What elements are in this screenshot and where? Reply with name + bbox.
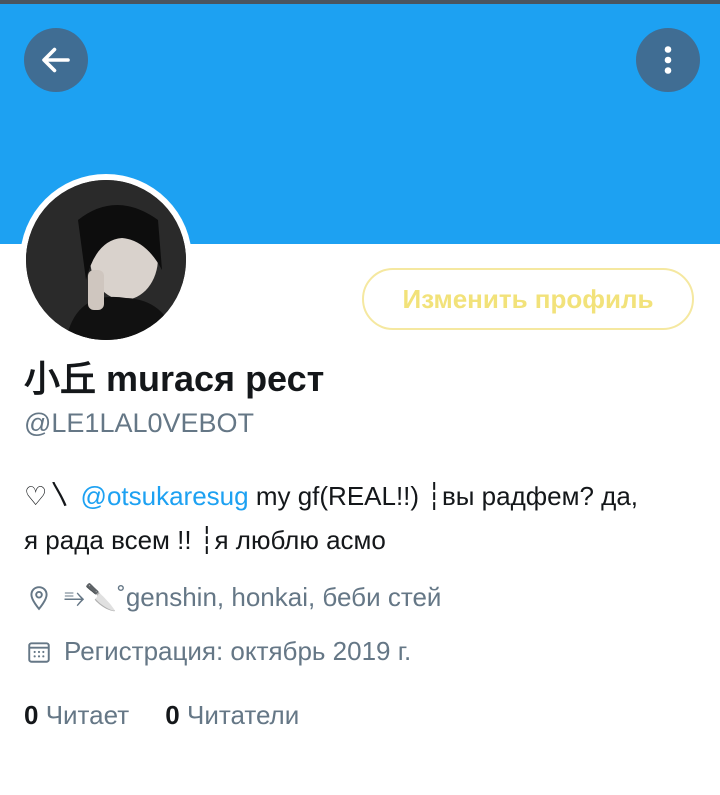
location-row: ⥱🔪˚genshin, honkai, беби стей [24, 582, 441, 614]
avatar[interactable] [20, 174, 192, 346]
followers-label: Читатели [186, 700, 300, 730]
profile-handle: @LE1LAL0VEBOT [24, 408, 255, 438]
following-label: Читает [45, 700, 130, 730]
arrow-left-icon [42, 47, 70, 73]
more-options-button[interactable] [636, 28, 700, 92]
bio-prefix: ♡〵 [24, 481, 81, 511]
bio-text-line1: my gf(REAL!!) ┆вы радфем? да, [248, 481, 639, 511]
followers-count: 0 [165, 700, 180, 730]
following-count: 0 [24, 700, 39, 730]
avatar-illustration [26, 180, 186, 340]
edit-profile-button[interactable]: Изменить профиль [362, 268, 694, 330]
follow-stats: 0 Читает 0 Читатели [24, 700, 299, 731]
location-pin-icon [24, 583, 54, 613]
back-button[interactable] [24, 28, 88, 92]
profile-name: 小丘 muraся рест [24, 358, 325, 399]
following-link[interactable]: 0 Читает [24, 700, 136, 730]
location-text: ⥱🔪˚genshin, honkai, беби стей [64, 582, 442, 612]
followers-link[interactable]: 0 Читатели [165, 700, 299, 730]
bio-text-line2: я рада всем !! ┆я люблю асмо [24, 525, 386, 555]
more-vertical-icon [664, 46, 672, 74]
registration-row: Регистрация: октябрь 2019 г. [24, 636, 411, 667]
registration-text: Регистрация: октябрь 2019 г. [64, 636, 412, 666]
bio-mention-link[interactable]: @otsukaresug [81, 481, 249, 511]
avatar-photo [26, 180, 186, 340]
calendar-icon [24, 637, 54, 667]
profile-bio: ♡〵 @otsukaresug my gf(REAL!!) ┆вы радфем… [24, 474, 704, 562]
